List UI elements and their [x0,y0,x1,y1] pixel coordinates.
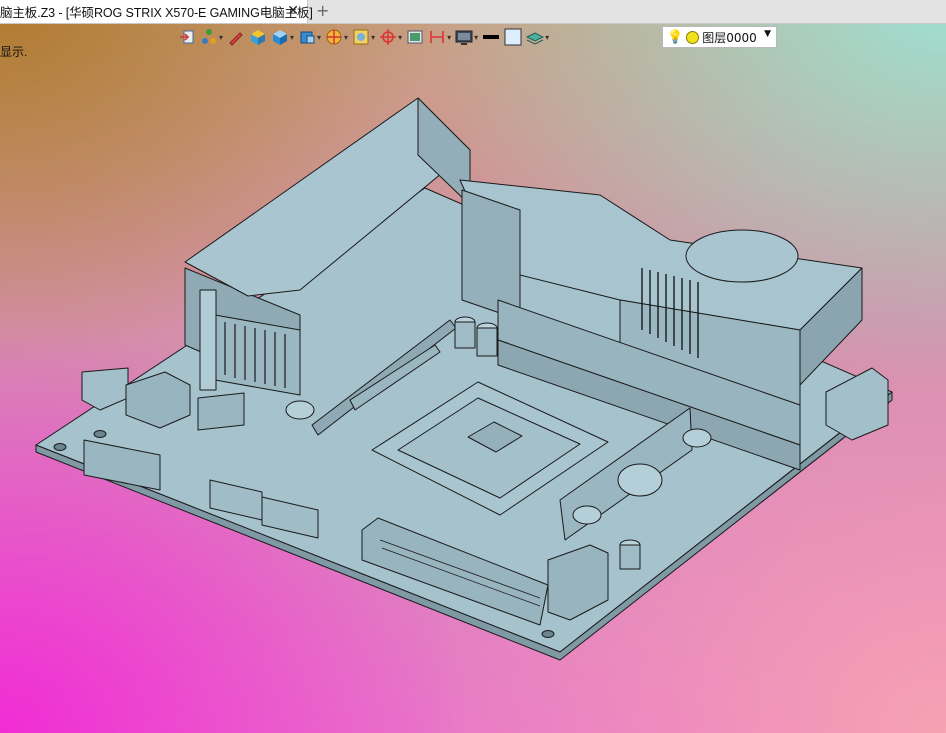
standoff-screw-2 [682,428,712,448]
document-tab[interactable]: 脑主板.Z3 - [华硕ROG STRIX X570-E GAMING电脑主板]… [0,0,313,23]
box-icon[interactable] [249,28,267,46]
bulb-icon[interactable]: 💡 [667,30,683,45]
chevron-down-icon[interactable]: ▾ [290,33,294,42]
chevron-down-icon[interactable]: ▾ [344,33,348,42]
capacitor-3-body [619,544,641,570]
monitor-icon[interactable]: ▾ [455,28,478,46]
view-toolbar: ▾ ▾ ▾ ▾ ▾ ▾ ▾ ▾ ▾ [178,25,549,49]
status-text: 显示. [0,45,28,59]
dimension-icon[interactable]: ▾ [428,28,451,46]
render-icon[interactable]: ▾ [352,28,375,46]
layer-label: 图层0000 [702,30,757,45]
standoff-post [199,289,217,391]
cube-icon[interactable]: ▾ [271,28,294,46]
layer-color-dot [686,30,700,44]
chevron-down-icon[interactable]: ▾ [398,33,402,42]
heatsink-fan-well [685,229,799,283]
import-icon[interactable] [178,28,196,46]
battery-holder [617,463,663,497]
chevron-down-icon[interactable]: ▾ [317,33,321,42]
model-viewport[interactable] [0,0,946,733]
mount-hole-3 [93,430,107,438]
close-icon[interactable]: ✕ [287,3,299,19]
standoff-screw-1 [572,505,602,525]
usb-c-header [197,392,245,431]
chevron-down-icon[interactable]: ▾ [545,33,549,42]
chevron-down-icon[interactable]: ▾ [371,33,375,42]
chevron-down-icon[interactable]: ▾ [447,33,451,42]
add-tab-icon[interactable]: + [316,2,329,20]
chevron-down-icon[interactable]: ▾ [474,33,478,42]
chipset-block [461,189,521,321]
mount-hole-2 [541,630,555,638]
layer-select[interactable]: 💡 图层0000 ▼ [662,26,777,48]
cube-view-icon[interactable]: ▾ [298,28,321,46]
color-icon[interactable] [504,28,522,46]
axis-icon[interactable]: ▾ [379,28,402,46]
pen-icon[interactable] [227,28,245,46]
capacitor-2-body [476,327,498,357]
tree-icon[interactable]: ▾ [200,28,223,46]
document-tab-title: 脑主板.Z3 - [华硕ROG STRIX X570-E GAMING电脑主板] [0,6,313,20]
line-style-icon[interactable] [482,28,500,46]
document-tab-bar: 脑主板.Z3 - [华硕ROG STRIX X570-E GAMING电脑主板]… [0,0,946,24]
standoff-screw-3 [285,400,315,420]
chevron-down-icon[interactable]: ▼ [764,29,771,39]
mount-hole-1 [53,443,67,451]
target-icon[interactable]: ▾ [325,28,348,46]
frame-icon[interactable] [406,28,424,46]
layer-icon[interactable]: ▾ [526,28,549,46]
chevron-down-icon[interactable]: ▾ [219,33,223,42]
capacitor-1-body [454,321,476,349]
